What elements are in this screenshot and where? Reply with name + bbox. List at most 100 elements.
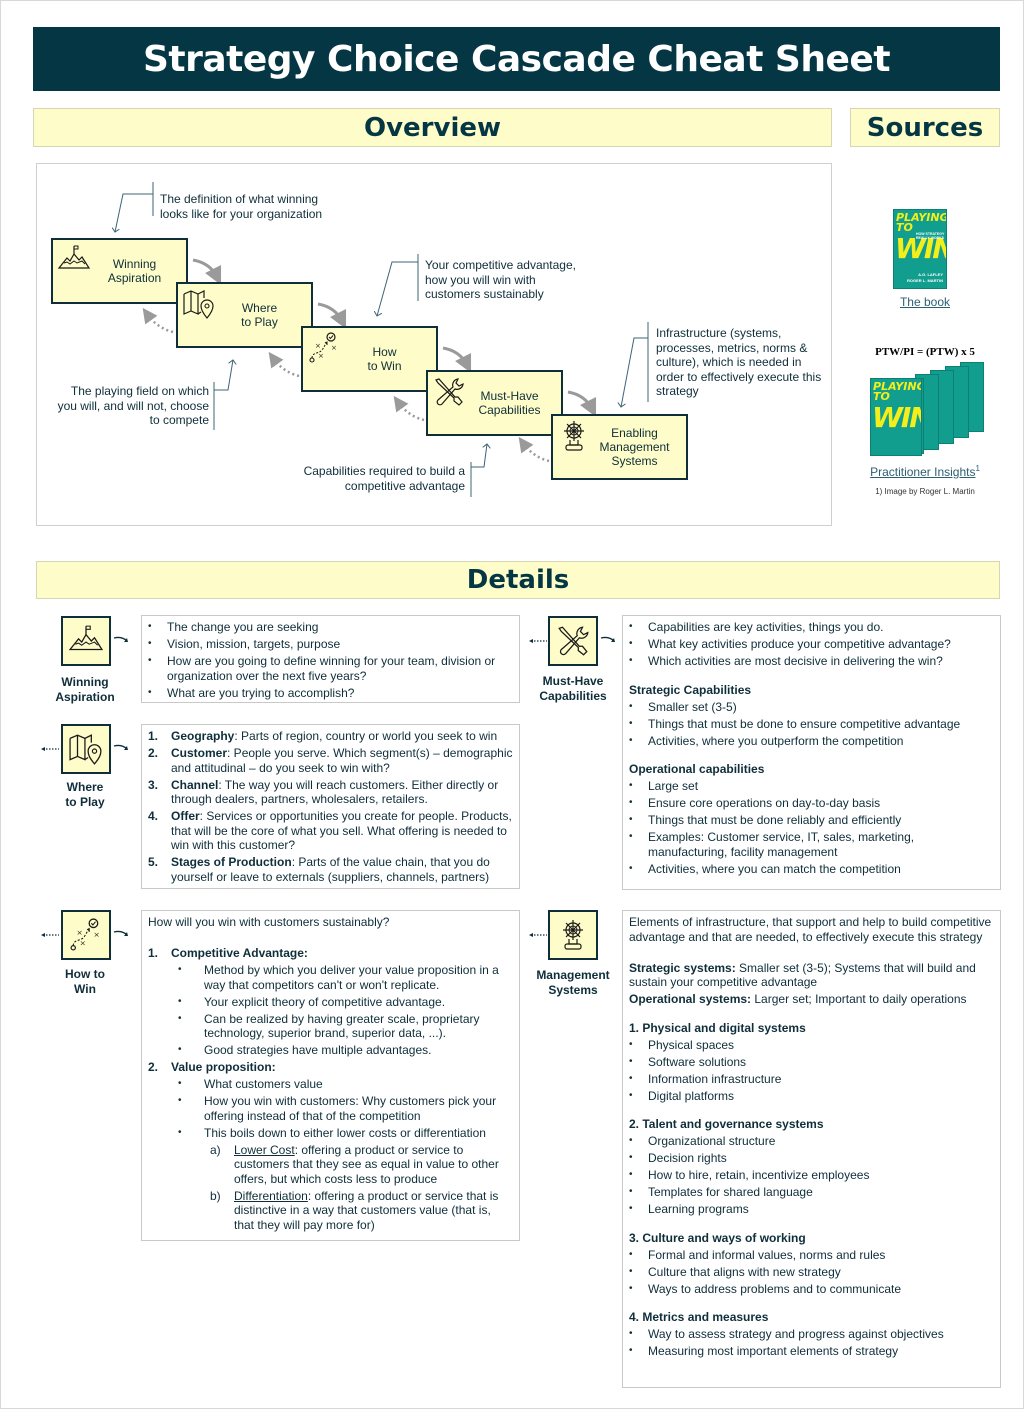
image-credit-footnote: 1) Image by Roger L. Martin	[875, 487, 975, 496]
play-diagram-icon: × × ×	[70, 918, 100, 951]
arrow-right-icon	[113, 930, 128, 936]
list-item: Large set	[629, 779, 994, 794]
mountain-flag-icon	[57, 245, 91, 269]
footnote-marker: 1	[975, 464, 980, 473]
book-title-line: WIN	[872, 401, 921, 434]
sources-header: Sources	[850, 108, 1000, 147]
dotted-arrow-left-icon	[41, 933, 59, 937]
forward-arrow-1	[192, 258, 222, 286]
svg-text:×: ×	[315, 342, 321, 350]
book-stack-front-cover: PLAYING TO WIN	[870, 378, 922, 456]
cascade-label: How to Win	[367, 345, 402, 373]
subheading: 1. Physical and digital systems	[629, 1020, 806, 1035]
cascade-label: Enabling Management Systems	[599, 426, 670, 468]
list-item: Information infrastructure	[629, 1072, 994, 1087]
details-heading: Details	[466, 565, 570, 595]
subheading: Operational capabilities	[629, 762, 765, 776]
list-item: Examples: Customer service, IT, sales, m…	[629, 830, 994, 859]
ship-wheel-icon	[564, 421, 584, 451]
term: Offer	[171, 809, 200, 823]
detail-label-capabilities: Must-Have Capabilities	[539, 674, 607, 703]
callout-where	[213, 360, 233, 430]
arrow-right-icon	[113, 744, 128, 750]
list-item: Culture that aligns with new strategy	[629, 1265, 994, 1280]
subheading: 3. Culture and ways of working	[629, 1230, 806, 1245]
list-item: Vision, mission, targets, purpose	[148, 637, 513, 652]
list-item: Way to assess strategy and progress agai…	[629, 1327, 994, 1342]
book-cover-image[interactable]: PLAYING TO WIN HOW STRATEGY REALLY WORKS…	[893, 209, 947, 289]
cascade-box-must-have-capabilities: Must-Have Capabilities	[426, 370, 563, 436]
tools-icon	[558, 626, 589, 656]
feedback-arrow-1	[142, 307, 174, 334]
list-item: Things that must be done reliably and ef…	[629, 813, 994, 828]
list-item: Software solutions	[629, 1055, 994, 1070]
practitioner-insights-image[interactable]: PLAYING TO WIN	[870, 362, 985, 456]
list-item: Ensure core operations on day-to-day bas…	[629, 796, 994, 811]
detail-icon-box-capabilities	[548, 616, 598, 666]
list-item: Ways to address problems and to communic…	[629, 1282, 994, 1297]
strategic-systems-line: Strategic systems: Smaller set (3-5); Sy…	[629, 961, 994, 990]
list-item: Which activities are most decisive in de…	[629, 654, 994, 669]
callout-systems	[621, 322, 649, 407]
term: Differentiation	[234, 1188, 308, 1203]
detail-icon-box-systems	[548, 910, 598, 960]
title-bar: Strategy Choice Cascade Cheat Sheet	[33, 27, 1000, 91]
detail-label-how: How to Win	[65, 967, 105, 996]
annotation-capabilities: Capabilities required to build a competi…	[303, 464, 465, 493]
detail-icon-box-where	[61, 724, 111, 774]
section-heading: Value proposition:	[148, 1060, 513, 1075]
annotation-systems: Infrastructure (systems, processes, metr…	[656, 326, 822, 398]
list-item: The change you are seeking	[148, 620, 513, 635]
list-item: Smaller set (3-5)	[629, 700, 994, 715]
detail-box-how: How will you win with customers sustaina…	[141, 910, 520, 1241]
heading-text: Value proposition:	[171, 1060, 276, 1074]
detail-icon-box-how: × × ×	[61, 910, 111, 960]
ship-wheel-icon	[563, 920, 583, 950]
cascade-box-how-to-win: × × × How to Win	[301, 326, 438, 392]
list-item: Geography: Parts of region, country or w…	[148, 729, 513, 744]
play-diagram-icon: × × ×	[309, 332, 337, 363]
cascade-box-winning-aspiration: Winning Aspiration	[51, 238, 188, 304]
cascade-label: Where to Play	[241, 301, 278, 329]
list-item: What are you trying to accomplish?	[148, 686, 513, 701]
arrow-right-icon	[113, 636, 128, 642]
term: Channel	[171, 777, 219, 792]
feedback-arrow-4	[518, 436, 550, 463]
svg-text:×: ×	[318, 352, 324, 360]
cascade-label: Must-Have Capabilities	[478, 389, 541, 417]
detail-label-winning: Winning Aspiration	[55, 675, 115, 704]
list-item: Organizational structure	[629, 1134, 994, 1149]
detail-label-systems: Management Systems	[536, 968, 610, 997]
list-item: Activities, where you outperform the com…	[629, 734, 994, 749]
detail-box-capabilities: Capabilities are key activities, things …	[622, 615, 1001, 890]
list-item: Templates for shared language	[629, 1185, 994, 1200]
feedback-arrow-2	[268, 351, 300, 378]
the-book-link[interactable]: The book	[860, 295, 990, 309]
overview-header: Overview	[33, 108, 832, 147]
subheading: 2. Talent and governance systems	[629, 1117, 824, 1131]
cascade-box-where-to-play: Where to Play	[176, 282, 313, 348]
list-item: Good strategies have multiple advantages…	[178, 1043, 513, 1058]
map-pin-icon	[183, 290, 214, 319]
practitioner-insights-link[interactable]: Practitioner Insights1	[850, 464, 1000, 479]
forward-arrow-2	[317, 302, 347, 330]
map-pin-icon	[69, 734, 102, 765]
detail-icon-box-winning	[61, 616, 111, 666]
callout-how	[377, 254, 419, 316]
list-item: Lower Cost: offering a product or servic…	[210, 1143, 513, 1187]
detail-box-winning: The change you are seeking Vision, missi…	[141, 615, 520, 703]
forward-arrow-4	[567, 390, 597, 418]
ptw-equation: PTW/PI = (PTW) x 5	[875, 346, 975, 358]
dotted-arrow-left-icon	[529, 639, 547, 643]
list-item: How you win with customers: Why customer…	[178, 1094, 513, 1123]
detail-box-systems: Elements of infrastructure, that support…	[622, 910, 1001, 1388]
definition: : The way you will reach customers. Eith…	[171, 777, 499, 807]
list-item: What key activities produce your competi…	[629, 637, 994, 652]
subheading: 4. Metrics and measures	[629, 1310, 769, 1324]
subheading: Strategic Capabilities	[629, 682, 752, 697]
book-subtitle: HOW STRATEGY REALLY WORKS	[916, 232, 945, 240]
list-item: Measuring most important elements of str…	[629, 1344, 994, 1359]
practitioner-insights-label[interactable]: Practitioner Insights	[870, 465, 975, 479]
feedback-arrow-3	[393, 395, 425, 422]
svg-text:×: ×	[80, 939, 86, 948]
